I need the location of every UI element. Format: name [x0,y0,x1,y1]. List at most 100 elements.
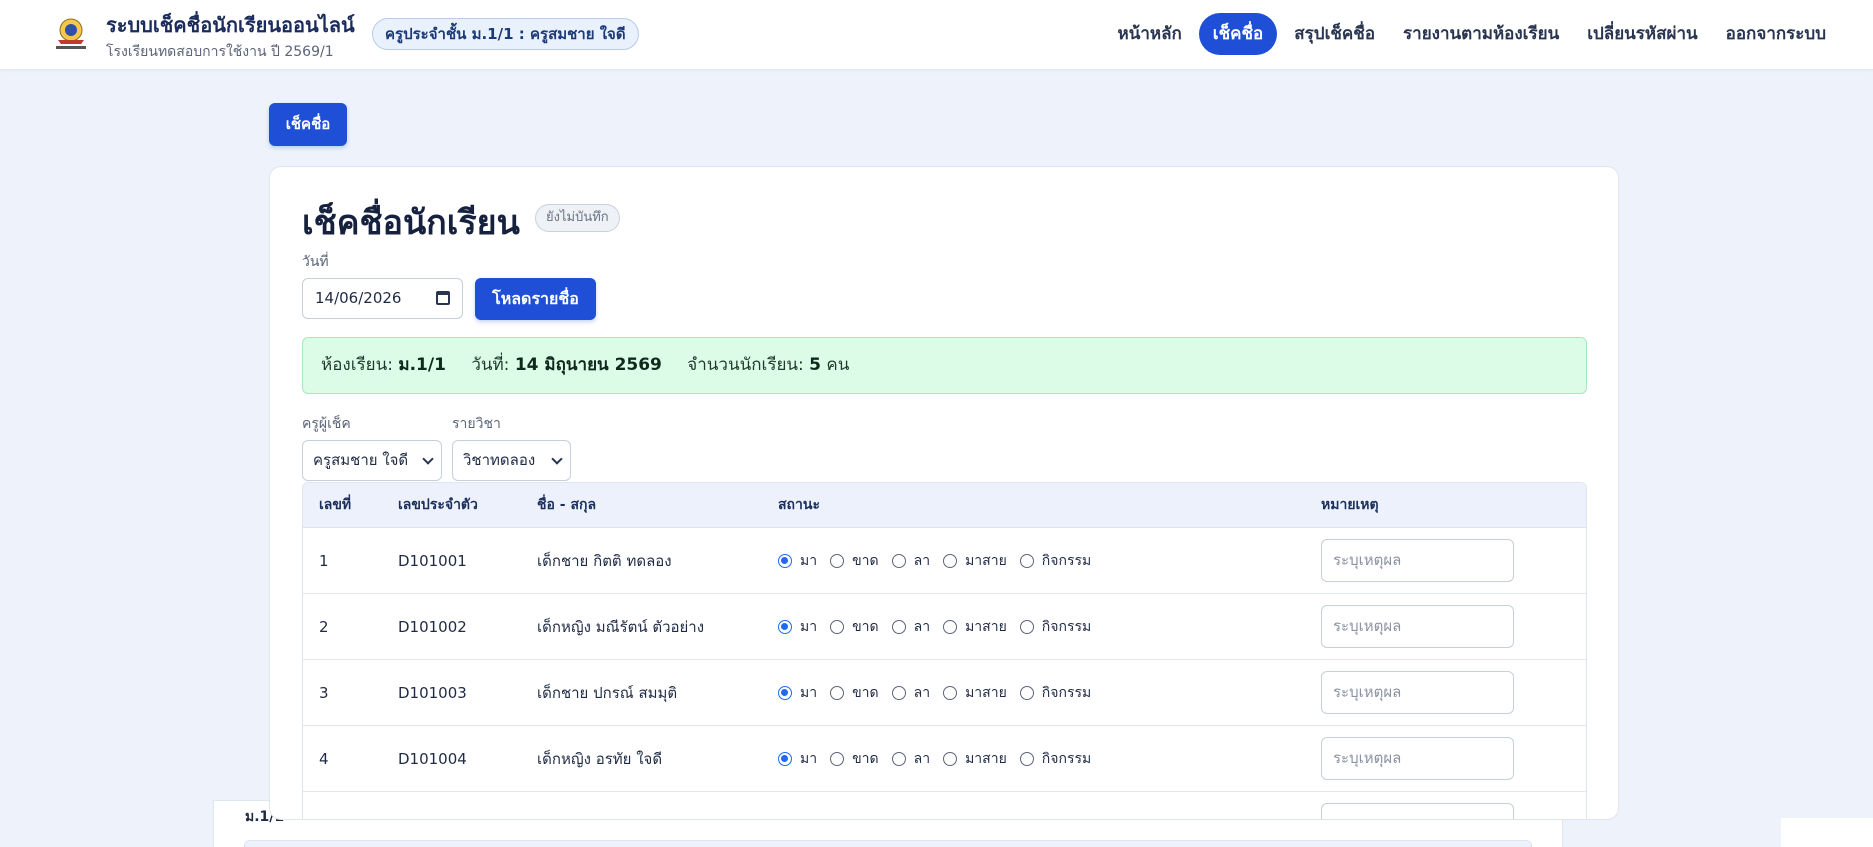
status-option-label: ขาด [852,553,879,569]
column-header-student-id: เลขประจำตัว [398,497,478,513]
status-option[interactable]: ลา [891,616,931,638]
status-option-label: กิจกรรม [1041,685,1092,701]
student-number: 3 [319,684,329,702]
student-id: D101003 [398,684,467,702]
student-name: เด็กหญิง มณีรัตน์ ตัวอย่าง [537,618,705,636]
radio-button[interactable] [1019,686,1034,700]
radio-button[interactable] [943,752,958,766]
date-value: 14/06/2026 [315,289,402,307]
nav-check-attendance[interactable]: เช็คชื่อ [1198,13,1278,55]
save-status-badge: ยังไม่บันทึก [535,204,620,232]
status-radio-group: มา ขาด ลา มาสาย กิจกรรม [778,594,1104,660]
radio-button[interactable] [830,554,845,568]
nav-change-password[interactable]: เปลี่ยนรหัสผ่าน [1576,13,1708,55]
status-option[interactable]: ลา [891,682,931,704]
status-option[interactable]: มาสาย [943,550,1007,572]
note-input[interactable]: ระบุเหตุผล [1321,671,1514,714]
status-option-label: กิจกรรม [1041,553,1092,569]
status-option[interactable]: ขาด [830,616,879,638]
note-input[interactable] [1321,803,1514,819]
column-header-status: สถานะ [778,497,820,513]
radio-button[interactable] [891,620,906,634]
status-option-label: ลา [913,685,931,701]
column-header-name: ชื่อ - สกุล [537,497,597,513]
status-option[interactable]: มาสาย [943,616,1007,638]
status-option-label: กิจกรรม [1041,619,1092,635]
status-option[interactable]: กิจกรรม [1019,682,1092,704]
radio-button[interactable] [891,686,906,700]
status-option-label: ลา [913,751,931,767]
status-option-label: ขาด [852,685,879,701]
background-table-header [244,840,1532,847]
radio-button[interactable] [1019,554,1034,568]
attendance-card: เช็คชื่อนักเรียน ยังไม่บันทึก วันที่ 14/… [269,166,1619,820]
radio-button[interactable] [1019,620,1034,634]
radio-button[interactable] [778,752,792,766]
status-option[interactable]: มาสาย [943,682,1007,704]
student-id: D101002 [398,618,467,636]
status-option-label: ขาด [852,619,879,635]
radio-button[interactable] [943,554,958,568]
status-option[interactable]: กิจกรรม [1019,748,1091,770]
status-option[interactable]: ขาด [830,550,879,572]
status-option-label: มาสาย [965,553,1007,569]
subject-select[interactable]: วิชาทดลอง [452,440,571,481]
note-input[interactable]: ระบุเหตุผล [1321,605,1514,648]
nav-home[interactable]: หน้าหลัก [1107,13,1193,55]
date-info: วันที่: 14 มิถุนายน 2569 [471,355,662,375]
radio-button[interactable] [943,620,958,634]
chevron-down-icon [551,453,563,465]
radio-button[interactable] [778,686,792,700]
status-option[interactable]: ขาด [830,682,879,704]
status-option-label: ขาด [852,751,879,767]
radio-button[interactable] [830,686,845,700]
radio-button[interactable] [1019,752,1034,766]
status-option[interactable]: มา [778,748,817,770]
nav-class-report[interactable]: รายงานตามห้องเรียน [1392,13,1570,55]
date-input[interactable]: 14/06/2026 [302,278,463,319]
radio-button[interactable] [830,752,845,766]
student-id: D101004 [398,750,467,768]
status-option[interactable]: กิจกรรม [1019,616,1092,638]
nav-logout[interactable]: ออกจากระบบ [1715,13,1837,55]
radio-button[interactable] [891,554,906,568]
student-name: เด็กชาย กิตติ ทดลอง [537,552,672,570]
table-row: 2 D101002 เด็กหญิง มณีรัตน์ ตัวอย่าง มา ขาด ล… [303,594,1586,660]
radio-button[interactable] [830,620,845,634]
table-row: 1 D101001 เด็กชาย กิตติ ทดลอง มา ขาด ลา มาสาย ก… [303,528,1586,594]
radio-button[interactable] [778,554,792,568]
status-option[interactable]: มา [778,550,817,572]
note-input[interactable]: ระบุเหตุผล [1321,737,1514,780]
date-label: วันที่ [302,254,329,270]
status-option-label: มา [800,619,818,635]
status-option[interactable]: มา [778,682,817,704]
nav-attendance-summary[interactable]: สรุปเช็คชื่อ [1283,13,1386,55]
status-radio-group: มา ขาด ลา มาสาย กิจกรรม [778,528,1104,594]
status-option-label: ลา [913,619,931,635]
status-option[interactable]: ลา [891,748,931,770]
table-header: เลขที่ เลขประจำตัว ชื่อ - สกุล สถานะ หมา… [303,483,1586,528]
attendance-table: เลขที่ เลขประจำตัว ชื่อ - สกุล สถานะ หมา… [302,482,1587,819]
status-option-label: มาสาย [965,619,1007,635]
teacher-select[interactable]: ครูสมชาย ใจดี [302,440,442,481]
status-option[interactable]: ลา [891,550,931,572]
room-info: ห้องเรียน: ม.1/1 [321,355,446,375]
radio-button[interactable] [943,686,958,700]
check-attendance-tab-button[interactable]: เช็คชื่อ [269,103,347,146]
calendar-icon[interactable] [436,291,450,305]
teacher-select-label: ครูผู้เช็ค [302,416,351,432]
status-option-label: มาสาย [965,685,1007,701]
status-option-label: ลา [913,553,931,569]
class-info-box: ห้องเรียน: ม.1/1 วันที่: 14 มิถุนายน 256… [302,337,1587,394]
status-option[interactable]: ขาด [830,748,879,770]
status-option[interactable]: มา [778,616,817,638]
status-option[interactable]: กิจกรรม [1019,550,1092,572]
note-input[interactable]: ระบุเหตุผล [1321,539,1514,582]
app-title: ระบบเช็คชื่อนักเรียนออนไลน์ [106,13,355,37]
radio-button[interactable] [891,752,906,766]
radio-button[interactable] [778,620,792,634]
load-students-button[interactable]: โหลดรายชื่อ [475,278,596,320]
page-title: เช็คชื่อนักเรียน [302,203,520,243]
status-option[interactable]: มาสาย [943,748,1007,770]
school-logo-icon [56,18,86,49]
